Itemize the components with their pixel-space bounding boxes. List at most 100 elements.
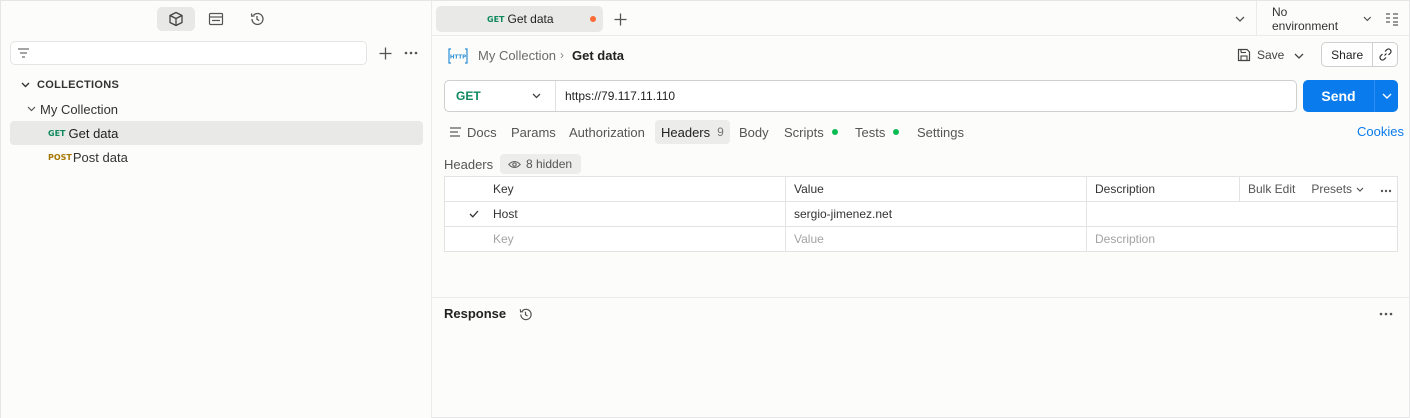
more-icon xyxy=(1379,312,1393,316)
tab-bar: GET Get data No environment xyxy=(432,1,1410,36)
collections-icon[interactable] xyxy=(157,7,195,31)
divider xyxy=(1256,1,1257,36)
tab-label: Docs xyxy=(467,124,497,140)
save-options-button[interactable] xyxy=(1294,47,1304,62)
filter-icon xyxy=(17,47,30,62)
history-icon[interactable] xyxy=(238,7,276,31)
svg-text:HTTP: HTTP xyxy=(450,55,466,61)
collection-item[interactable]: My Collection xyxy=(10,97,423,121)
tab-scripts[interactable]: Scripts xyxy=(784,120,838,144)
bulk-edit-button[interactable]: Bulk Edit xyxy=(1248,182,1295,196)
method-value: GET xyxy=(456,89,481,103)
active-dot-icon xyxy=(831,129,838,135)
hidden-headers-toggle[interactable]: 8 hidden xyxy=(500,154,581,174)
tab-overflow-button[interactable] xyxy=(1231,10,1249,28)
column-header-key: Key xyxy=(493,182,514,196)
header-value-cell[interactable]: sergio-jimenez.net xyxy=(794,202,892,226)
app-window: COLLECTIONS My Collection GET Get data P… xyxy=(0,0,1410,418)
share-label: Share xyxy=(1331,47,1364,62)
plus-icon xyxy=(614,13,626,25)
headers-count: 9 xyxy=(717,125,724,139)
share-button[interactable]: Share xyxy=(1321,42,1398,67)
tab-tests[interactable]: Tests xyxy=(855,120,900,144)
tab-label: Authorization xyxy=(569,124,645,140)
value-placeholder[interactable]: Value xyxy=(794,227,824,251)
main-panel: GET Get data No environment HTTP My Coll… xyxy=(432,1,1410,418)
environment-quick-look-icon[interactable] xyxy=(1383,10,1401,28)
tab-label: Tests xyxy=(855,124,886,140)
column-header-value: Value xyxy=(794,182,824,196)
tab-settings[interactable]: Settings xyxy=(917,120,964,144)
breadcrumb-separator: › xyxy=(560,48,564,62)
chevron-down-icon xyxy=(19,79,31,91)
headers-table: Key Value Description Bulk Edit Presets xyxy=(444,176,1398,252)
response-more-button[interactable] xyxy=(1376,305,1396,323)
tab-docs[interactable]: Docs xyxy=(450,120,497,144)
save-label: Save xyxy=(1257,48,1285,62)
checkmark-icon xyxy=(467,207,481,221)
chevron-down-icon xyxy=(1294,53,1304,59)
chevron-down-icon xyxy=(1382,93,1391,99)
tab-params[interactable]: Params xyxy=(511,120,556,144)
tab-get-data[interactable]: GET Get data xyxy=(436,6,603,32)
presets-label: Presets xyxy=(1311,182,1353,196)
docs-icon xyxy=(450,127,461,137)
environment-select[interactable]: No environment xyxy=(1272,5,1372,33)
send-options-button[interactable] xyxy=(1375,90,1398,102)
more-icon xyxy=(404,51,418,55)
request-item-get-data[interactable]: GET Get data xyxy=(10,121,423,145)
save-button[interactable]: Save xyxy=(1237,45,1284,65)
copy-link-icon[interactable] xyxy=(1373,48,1397,61)
collections-section-header[interactable]: COLLECTIONS xyxy=(10,73,423,97)
tab-label: Headers xyxy=(661,124,711,140)
response-title: Response xyxy=(444,306,507,321)
table-row: Host sergio-jimenez.net xyxy=(445,202,1397,227)
table-actions: Bulk Edit Presets xyxy=(1239,177,1397,201)
tab-label: Scripts xyxy=(784,124,824,140)
send-label: Send xyxy=(1321,88,1356,104)
cookies-link[interactable]: Cookies xyxy=(1357,124,1404,139)
table-more-button[interactable] xyxy=(1380,182,1392,196)
tab-headers[interactable]: Headers 9 xyxy=(655,120,730,144)
breadcrumb: HTTP My Collection › Get data Save Share xyxy=(432,37,1410,73)
request-tabs: Docs Params Authorization Headers 9 Body… xyxy=(444,120,1404,145)
hidden-count: 8 hidden xyxy=(526,157,573,171)
new-collection-button[interactable] xyxy=(376,43,394,63)
divider xyxy=(432,297,1410,298)
breadcrumb-request[interactable]: Get data xyxy=(572,48,624,63)
tab-authorization[interactable]: Authorization xyxy=(569,120,645,144)
filter-field[interactable] xyxy=(10,41,367,65)
key-placeholder[interactable]: Key xyxy=(493,227,514,251)
new-tab-button[interactable] xyxy=(610,9,630,29)
method-select[interactable]: GET xyxy=(445,81,556,111)
chevron-down-icon xyxy=(25,103,37,115)
history-icon[interactable] xyxy=(516,305,534,323)
url-input[interactable] xyxy=(565,88,1265,104)
chevron-down-icon xyxy=(1363,16,1372,22)
chevron-down-icon xyxy=(1356,187,1364,192)
sidebar: COLLECTIONS My Collection GET Get data P… xyxy=(1,1,432,418)
request-item-post-data[interactable]: POST Post data xyxy=(10,145,423,169)
environments-icon[interactable] xyxy=(197,7,235,31)
method-badge: GET xyxy=(48,128,66,138)
description-placeholder[interactable]: Description xyxy=(1095,227,1155,251)
tab-label: Body xyxy=(739,124,769,140)
tab-body[interactable]: Body xyxy=(739,120,769,144)
column-header-description: Description xyxy=(1095,182,1156,196)
method-badge: GET xyxy=(487,14,505,24)
http-icon: HTTP xyxy=(448,48,468,67)
filter-input[interactable] xyxy=(37,45,357,61)
plus-icon xyxy=(379,47,391,59)
tab-label: Params xyxy=(511,124,556,140)
row-checkbox[interactable] xyxy=(467,202,481,226)
eye-icon xyxy=(508,160,521,169)
header-key-cell[interactable]: Host xyxy=(493,202,518,226)
sidebar-more-button[interactable] xyxy=(402,43,420,63)
presets-button[interactable]: Presets xyxy=(1311,182,1364,196)
active-dot-icon xyxy=(893,129,900,135)
send-button[interactable]: Send xyxy=(1303,80,1398,112)
headers-label: Headers xyxy=(444,157,494,172)
breadcrumb-collection[interactable]: My Collection xyxy=(478,48,556,63)
collection-name: My Collection xyxy=(40,101,119,117)
chevron-down-icon xyxy=(1235,16,1245,22)
